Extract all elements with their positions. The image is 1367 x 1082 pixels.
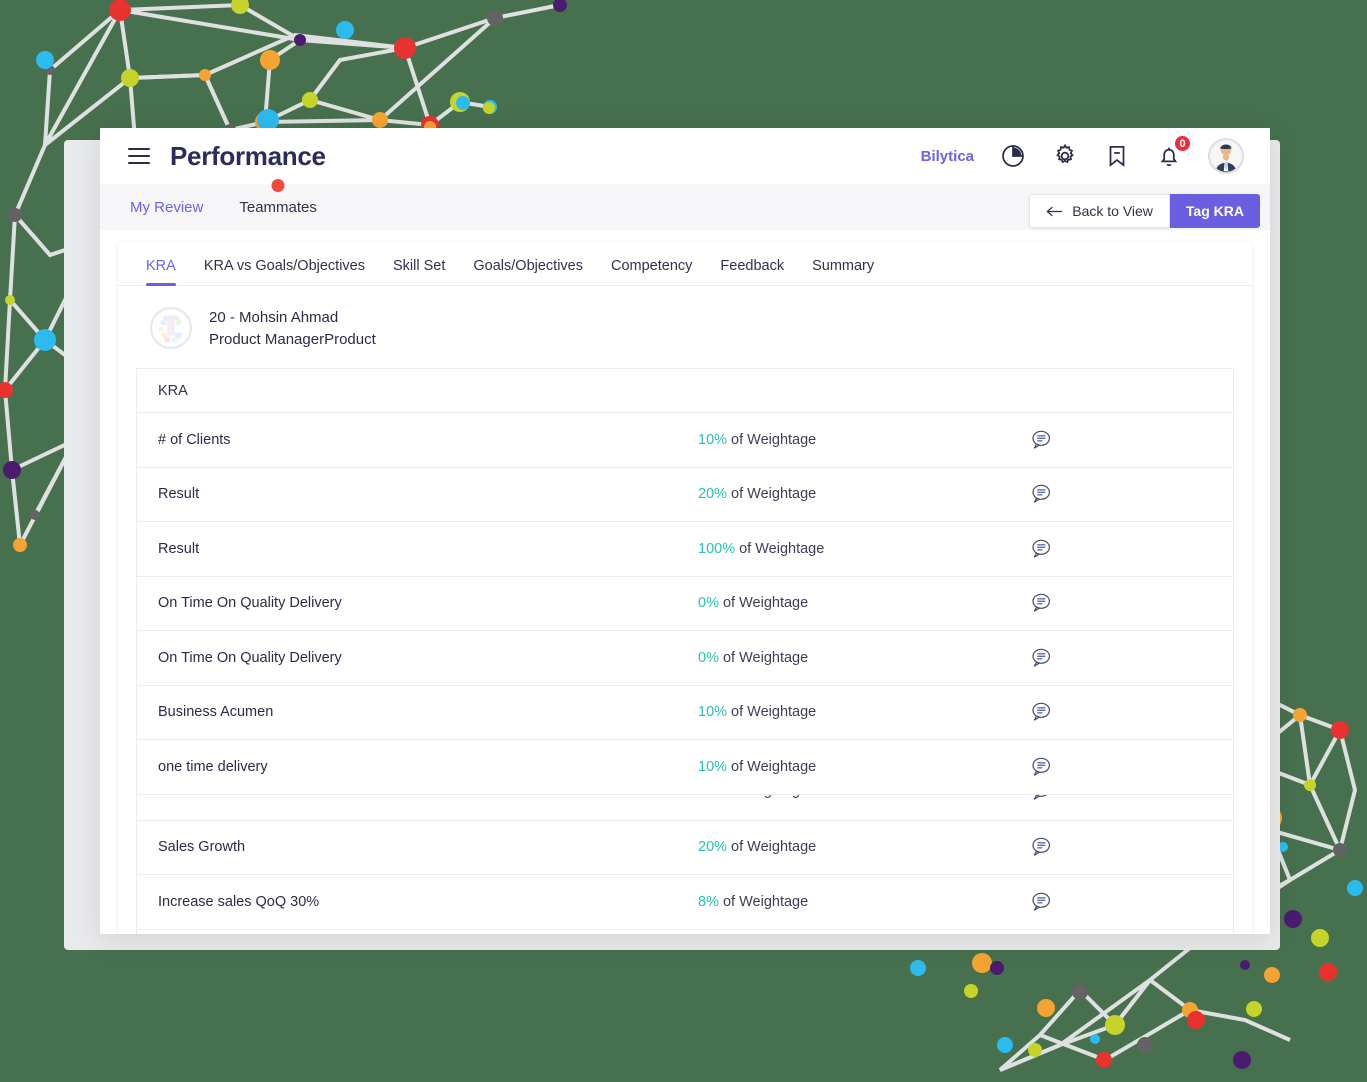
cell-kra: Result [158,486,200,503]
cell-weightage: 10% of Weightage [698,758,817,775]
table-row[interactable]: Increase sales QoQ 30% 8% of Weightage [137,875,1233,930]
topbar-actions: Bilytica 0 [921,134,1244,174]
weightage-value: 10% [698,431,728,448]
employee-info: 20 - Mohsin Ahmad Product ManagerProduct [209,309,376,348]
avatar[interactable] [1208,138,1244,174]
cell-kra: Sales Growth [158,839,246,856]
app-topbar: Performance Bilytica 0 [100,128,1270,184]
kra-table: KRA # of Clients 10% of Weightage Result 20… [136,368,1234,934]
clipped-row-content: Customer Satisfaction More than 90 %0% o… [158,794,1233,805]
table-row[interactable]: On Time On Quality Delivery 0% of Weighta… [137,577,1233,631]
comment-bubble-icon[interactable] [1028,645,1054,671]
tab-label: KRA [146,258,176,274]
comment-bubble-icon[interactable] [1028,794,1054,805]
gear-icon[interactable] [1052,143,1078,169]
comment-bubble-icon[interactable] [1028,699,1054,725]
table-row[interactable]: Result 100% of Weightage [137,522,1233,577]
weightage-value: 0% [698,649,719,666]
employee-name: 20 - Mohsin Ahmad [209,308,339,326]
content-card: KRA KRA vs Goals/Objectives Skill Set Go… [118,242,1252,934]
hamburger-icon[interactable] [128,148,150,164]
comment-bubble-icon[interactable] [1028,590,1054,616]
employee-avatar [150,307,192,349]
cell-kra: Business Acumen [158,704,274,721]
unread-dot-icon [271,178,285,192]
cell-kra: On Time On Quality Delivery [158,595,342,612]
tab-label: Summary [812,258,875,274]
cell-kra: one time delivery [158,758,268,775]
table-body: # of Clients 10% of Weightage Result 20% of… [137,413,1233,930]
arrow-left-icon [1046,206,1063,216]
cell-kra: Increase sales QoQ 30% [158,893,320,910]
sub-navigation: My Review Teammates Back to View Tag KRA [100,178,1270,230]
weightage-value: 10% [698,758,728,775]
table-row[interactable]: Business Acumen 10% of Weightage [137,686,1233,740]
comment-bubble-icon[interactable] [1028,889,1054,915]
table-row[interactable]: Sales Growth 20% of Weightage [137,821,1233,875]
cell-weightage: 20% of Weightage [698,839,817,856]
weightage-value: 20% [698,486,728,503]
comment-bubble-icon[interactable] [1028,834,1054,860]
tab-kra[interactable]: KRA [132,258,190,286]
cell-weightage: 0% of Weightage [698,649,809,666]
cell-weightage: 20% of Weightage [698,486,817,503]
weightage-value: 100% [698,540,736,557]
weightage-value: 10% [698,704,728,721]
tab-feedback[interactable]: Feedback [706,258,798,285]
tab-label: Feedback [720,258,785,274]
tab-label: Goals/Objectives [473,258,583,274]
cell-weightage: 8% of Weightage [698,893,809,910]
weightage-value: 0% [698,795,719,800]
cell-kra: Customer Satisfaction More than 90 % [158,795,698,800]
comment-bubble-icon[interactable] [1028,427,1054,453]
subnav-actions: Back to View Tag KRA [1029,194,1260,228]
subnav-label: My Review [130,198,204,216]
table-row[interactable]: Result 20% of Weightage [137,468,1233,522]
tab-summary[interactable]: Summary [798,258,888,285]
app-window: Performance Bilytica 0 My Review Teammat… [100,128,1270,934]
back-to-view-label: Back to View [1072,203,1153,219]
table-row[interactable]: Customer Satisfaction More than 90 %0% o… [137,794,1233,821]
subnav-item-teammates[interactable]: Teammates [239,178,317,220]
employee-header: 20 - Mohsin Ahmad Product ManagerProduct [118,286,1252,368]
column-header-kra: KRA [158,382,188,399]
weightage-value: 8% [698,893,719,910]
cell-kra: Result [158,540,200,557]
table-row[interactable]: one time delivery 10% of Weightage [137,740,1233,795]
bookmark-icon[interactable] [1104,143,1130,169]
notification-badge: 0 [1173,134,1192,153]
cell-weightage: 10% of Weightage [698,431,817,448]
table-row[interactable]: On Time On Quality Delivery 0% of Weighta… [137,631,1233,686]
back-to-view-button[interactable]: Back to View [1029,194,1170,228]
tab-goals-objectives[interactable]: Goals/Objectives [459,258,597,285]
tag-kra-button[interactable]: Tag KRA [1169,194,1260,228]
cell-weightage: 10% of Weightage [698,704,817,721]
cell-kra: # of Clients [158,431,231,448]
weightage-value: 0% [698,595,719,612]
employee-role: Product ManagerProduct [209,330,376,348]
tab-competency[interactable]: Competency [597,258,706,285]
table-header: KRA [137,369,1233,413]
page-title: Performance [170,140,326,171]
notifications[interactable]: 0 [1156,134,1192,169]
tab-label: KRA vs Goals/Objectives [203,258,365,274]
cell-weightage: 100% of Weightage [698,540,825,557]
tab-label: Competency [611,258,693,274]
weightage-value: 20% [698,839,728,856]
pie-chart-icon[interactable] [1000,143,1026,169]
subnav-item-my-review[interactable]: My Review [130,195,203,220]
brand-label[interactable]: Bilytica [921,148,974,165]
comment-bubble-icon[interactable] [1028,481,1054,507]
tab-bar: KRA KRA vs Goals/Objectives Skill Set Go… [118,242,1252,286]
cell-weightage: 0% of Weightage [698,595,809,612]
cell-kra: On Time On Quality Delivery [158,649,342,666]
subnav-label: Teammates [239,198,317,216]
tab-skill-set[interactable]: Skill Set [379,258,459,285]
cell-weightage: 0% of Weightage [698,795,1028,800]
table-row[interactable]: # of Clients 10% of Weightage [137,413,1233,468]
comment-bubble-icon[interactable] [1028,536,1054,562]
tab-kra-vs-goals-objectives[interactable]: KRA vs Goals/Objectives [190,258,379,285]
comment-bubble-icon[interactable] [1028,754,1054,780]
tab-label: Skill Set [393,258,446,274]
